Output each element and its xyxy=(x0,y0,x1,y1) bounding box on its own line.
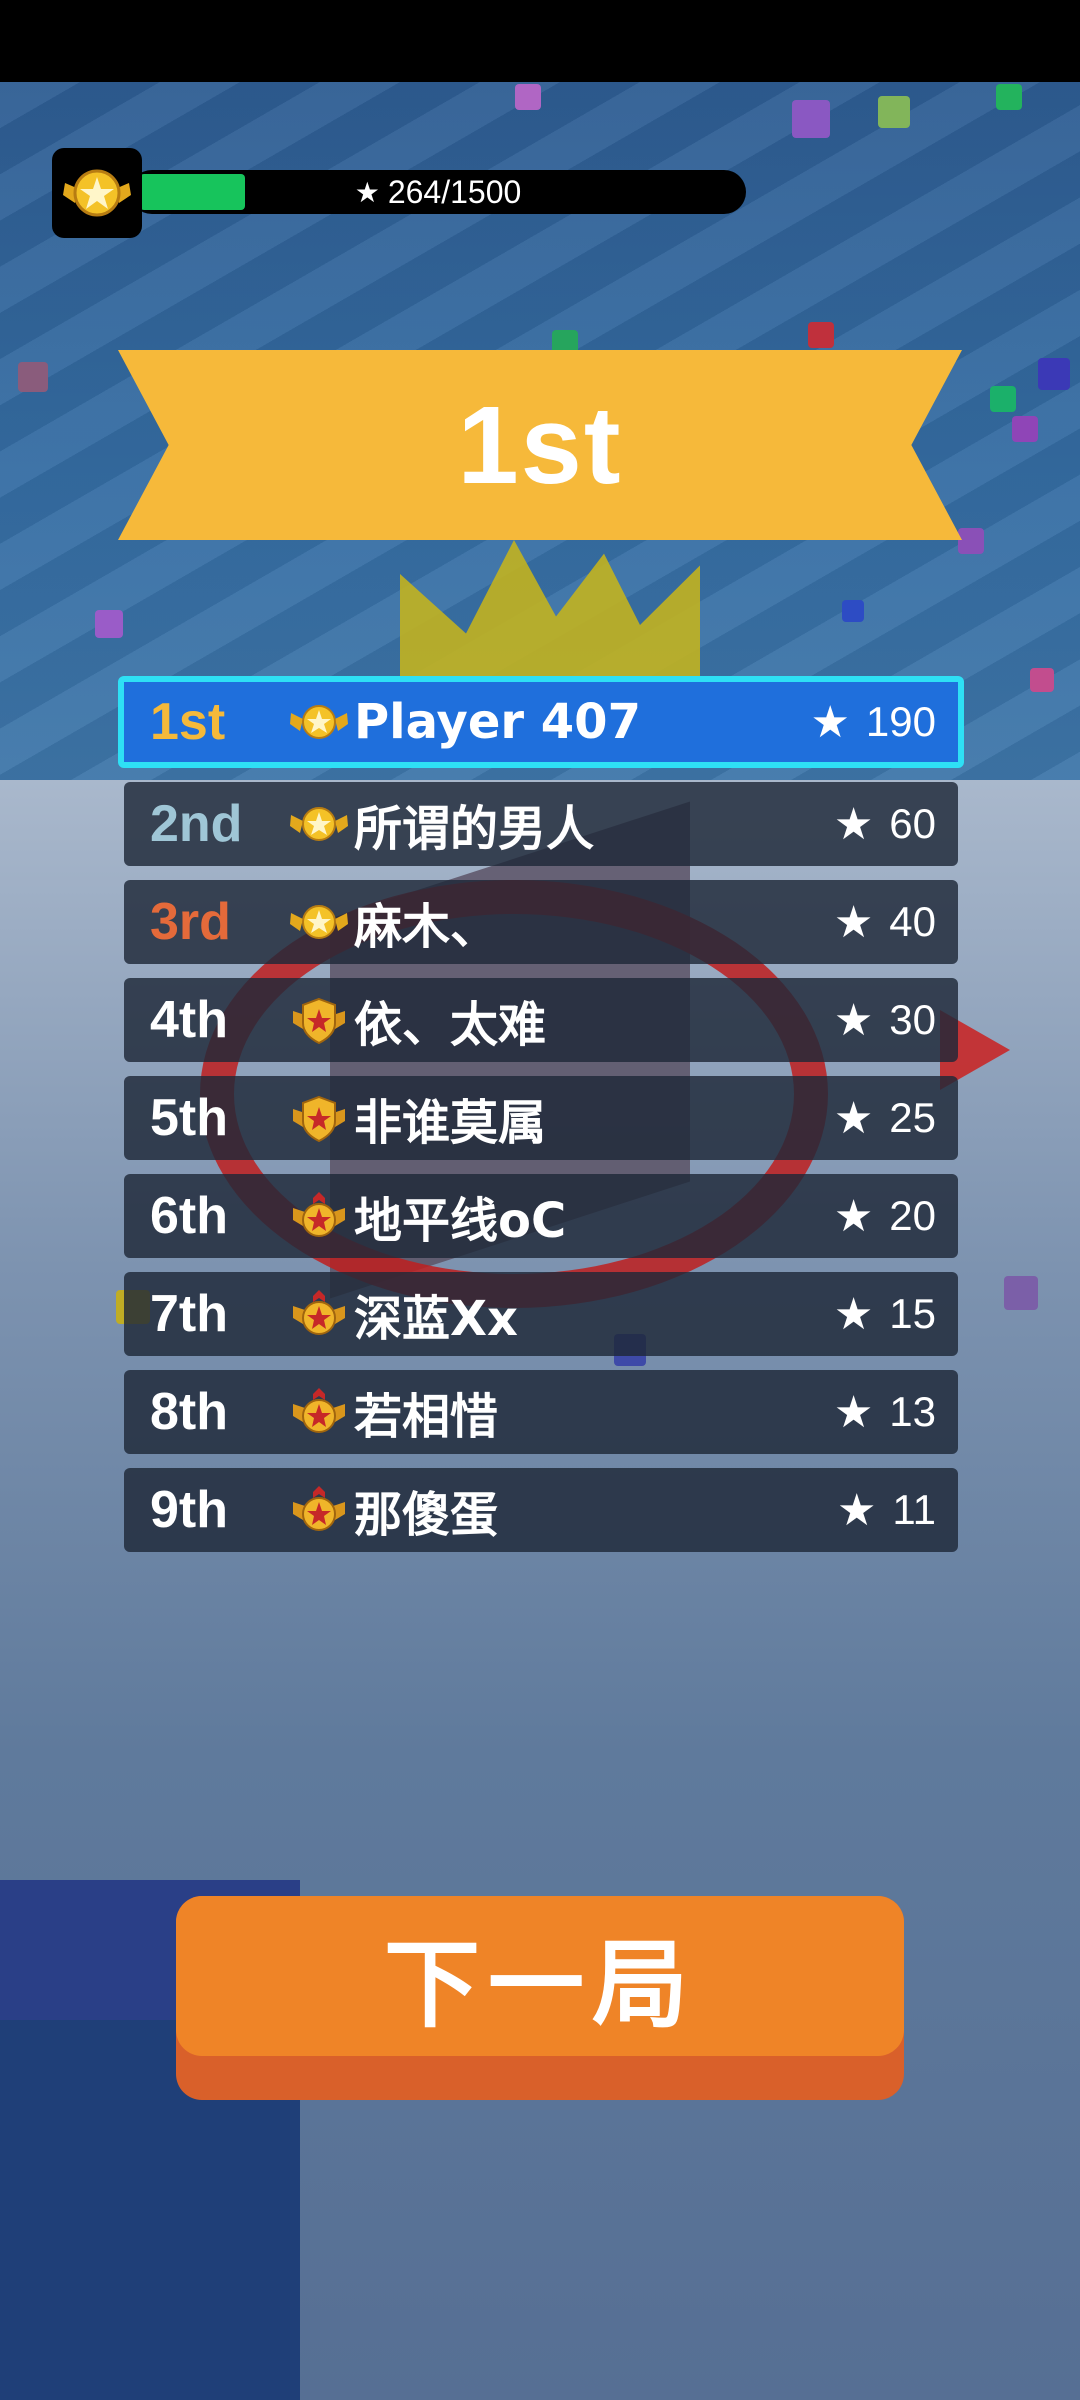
score-value: 60 xyxy=(889,800,936,847)
next-round-button[interactable]: 下一局 xyxy=(176,1896,904,2100)
player-name: 地平线oC xyxy=(354,1193,567,1249)
player-name: 那傻蛋 xyxy=(354,1487,499,1543)
next-round-button-face[interactable]: 下一局 xyxy=(176,1896,904,2056)
leaderboard-row: 8th 若相惜 ★ 13 xyxy=(124,1370,958,1454)
score-value: 11 xyxy=(892,1486,936,1533)
star-icon: ★ xyxy=(833,995,874,1045)
player-score: ★ 190 xyxy=(810,697,958,748)
xp-progress-bar: ★ 264/1500 xyxy=(130,170,746,214)
confetti-piece xyxy=(18,362,48,392)
rank-label: 5th xyxy=(150,1089,228,1147)
confetti-piece xyxy=(990,386,1016,412)
leaderboard-row: 5th 非谁莫属 ★ 25 xyxy=(124,1076,958,1160)
score-value: 40 xyxy=(889,898,936,945)
star-icon: ★ xyxy=(833,1387,874,1437)
gold-wing-medal-icon xyxy=(284,899,354,945)
star-icon: ★ xyxy=(833,1093,874,1143)
star-icon: ★ xyxy=(833,799,874,849)
xp-progress-text-wrap: ★ 264/1500 xyxy=(130,170,746,214)
player-name: 所谓的男人 xyxy=(354,801,595,857)
gold-shield-medal-icon xyxy=(284,1093,354,1143)
player-score: ★ 20 xyxy=(834,1191,958,1242)
player-score: ★ 60 xyxy=(834,799,958,850)
star-icon: ★ xyxy=(833,1191,874,1241)
rank-label: 3rd xyxy=(150,893,231,951)
star-icon: ★ xyxy=(354,176,380,208)
gold-cross-medal-icon xyxy=(284,1484,354,1536)
gold-cross-medal-icon xyxy=(284,1386,354,1438)
leaderboard-row: 2nd 所谓的男人 ★ 60 xyxy=(124,782,958,866)
confetti-piece xyxy=(1012,416,1038,442)
score-value: 20 xyxy=(889,1192,936,1239)
star-icon: ★ xyxy=(810,697,850,747)
player-name: 深蓝Xx xyxy=(354,1291,518,1347)
confetti-piece xyxy=(996,84,1022,110)
score-value: 190 xyxy=(865,698,936,745)
confetti-piece xyxy=(792,100,830,138)
leaderboard: 1st Player 407 ★ 190 2nd 所谓的男人 ★ 60 3rd 麻木、 ★ 40 4th… xyxy=(118,676,964,1566)
rank-label: 9th xyxy=(150,1481,228,1539)
player-score: ★ 13 xyxy=(834,1387,958,1438)
confetti-piece xyxy=(842,600,864,622)
leaderboard-row: 4th 依、太难 ★ 30 xyxy=(124,978,958,1062)
leaderboard-row: 6th 地平线oC ★ 20 xyxy=(124,1174,958,1258)
gold-cross-medal-icon xyxy=(284,1190,354,1242)
rank-label: 4th xyxy=(150,991,228,1049)
confetti-piece xyxy=(95,610,123,638)
player-score: ★ 40 xyxy=(834,897,958,948)
star-icon: ★ xyxy=(833,1289,874,1339)
player-score: ★ 11 xyxy=(837,1485,958,1536)
leaderboard-row-self: 1st Player 407 ★ 190 xyxy=(118,676,964,768)
winged-star-medal-icon xyxy=(63,169,131,217)
confetti-piece xyxy=(1038,358,1070,390)
result-placement-text: 1st xyxy=(457,383,623,507)
confetti-piece xyxy=(515,84,541,110)
player-score: ★ 25 xyxy=(834,1093,958,1144)
gold-wing-medal-icon xyxy=(284,699,354,745)
player-score: ★ 15 xyxy=(834,1289,958,1340)
gold-shield-medal-icon xyxy=(284,995,354,1045)
player-name: 若相惜 xyxy=(354,1389,499,1445)
star-icon: ★ xyxy=(833,897,874,947)
score-value: 13 xyxy=(889,1388,936,1435)
leaderboard-row: 9th 那傻蛋 ★ 11 xyxy=(124,1468,958,1552)
score-value: 15 xyxy=(889,1290,936,1337)
score-value: 30 xyxy=(889,996,936,1043)
score-value: 25 xyxy=(889,1094,936,1141)
gold-wing-medal-icon xyxy=(284,801,354,847)
rank-label: 8th xyxy=(150,1383,228,1441)
leaderboard-row: 7th 深蓝Xx ★ 15 xyxy=(124,1272,958,1356)
gold-cross-medal-icon xyxy=(284,1288,354,1340)
confetti-piece xyxy=(878,96,910,128)
level-badge[interactable] xyxy=(52,148,142,238)
confetti-piece xyxy=(1030,668,1054,692)
rank-label: 1st xyxy=(150,693,226,751)
player-name: 非谁莫属 xyxy=(354,1095,547,1151)
player-name: 麻木、 xyxy=(354,899,499,955)
rank-label: 2nd xyxy=(150,795,243,853)
rank-label: 6th xyxy=(150,1187,228,1245)
result-banner: 1st xyxy=(118,350,962,540)
player-name: Player 407 xyxy=(354,694,641,750)
confetti-piece xyxy=(1004,1276,1038,1310)
confetti-piece xyxy=(808,322,834,348)
star-icon: ★ xyxy=(836,1485,877,1535)
status-bar xyxy=(0,0,1080,82)
next-round-label: 下一局 xyxy=(384,1928,696,2041)
leaderboard-row: 3rd 麻木、 ★ 40 xyxy=(124,880,958,964)
player-name: 依、太难 xyxy=(354,997,547,1053)
confetti-piece xyxy=(958,528,984,554)
rank-label: 7th xyxy=(150,1285,228,1343)
xp-progress-text: 264/1500 xyxy=(387,173,522,210)
player-score: ★ 30 xyxy=(834,995,958,1046)
